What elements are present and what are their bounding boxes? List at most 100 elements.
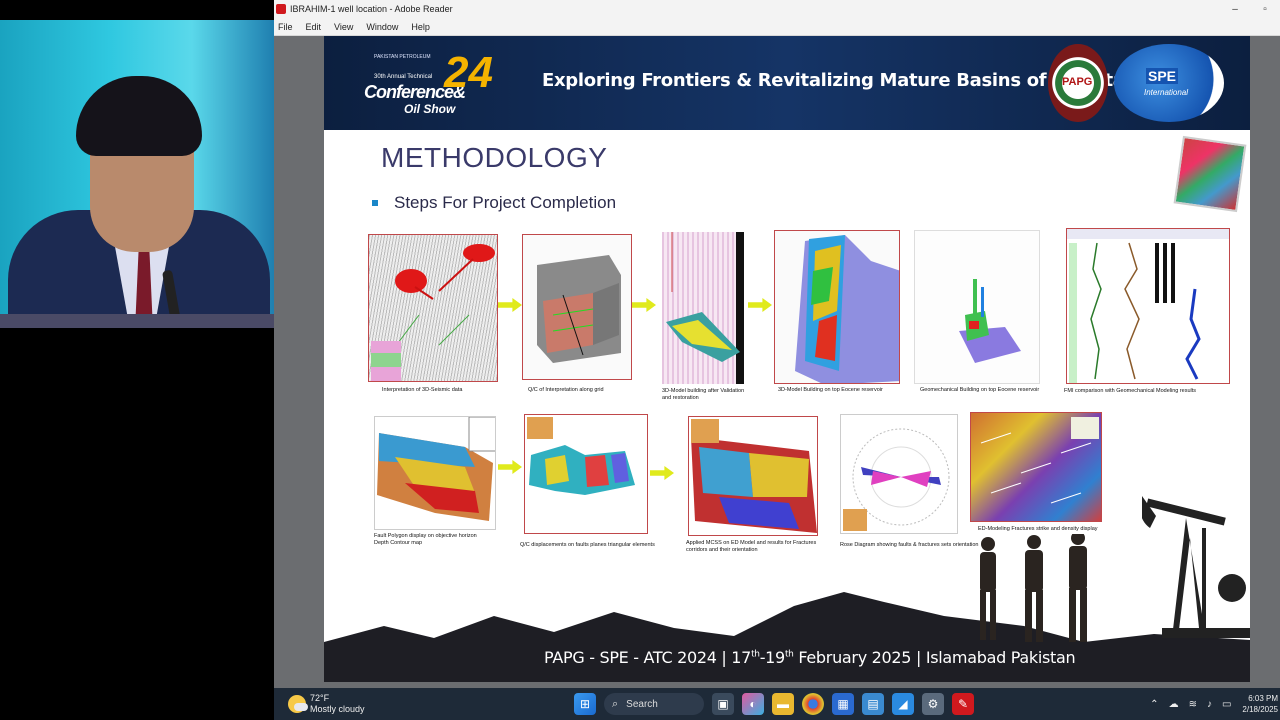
displacement-figure (527, 417, 635, 495)
conference-banner: PAKISTAN PETROLEUM 30th Annual Technical… (324, 36, 1250, 130)
weather-icon (288, 695, 308, 713)
menu-window[interactable]: Window (362, 22, 402, 32)
weather-temperature: 72°F (310, 693, 330, 703)
cloud-icon[interactable]: ☁ (1169, 699, 1179, 710)
minimize-button[interactable]: – (1220, 0, 1250, 18)
adobe-reader-window: IBRAHIM-1 well location - Adobe Reader –… (274, 0, 1280, 688)
window-title: IBRAHIM-1 well location - Adobe Reader (290, 4, 453, 14)
top-black-strip (0, 0, 274, 20)
title-bar: IBRAHIM-1 well location - Adobe Reader –… (274, 0, 1280, 18)
caption-row2-1b: Depth Contour map (374, 540, 422, 546)
weather-condition: Mostly cloudy (310, 704, 365, 714)
panel-rose-diagram (840, 414, 958, 534)
fmi-log-figure (1067, 229, 1229, 383)
flow-arrow-icon (650, 466, 674, 480)
menu-edit[interactable]: Edit (302, 22, 326, 32)
file-explorer-icon[interactable]: ▬ (772, 693, 794, 715)
conference-year-number: 24 (444, 48, 493, 97)
panel-fmi-comparison (1066, 228, 1230, 384)
task-view-icon[interactable]: ▣ (712, 693, 734, 715)
caption-row2-4: Rose Diagram showing faults & fractures … (840, 542, 979, 548)
spe-international-text: International (1144, 88, 1189, 97)
caption-row1-4: 3D-Model Building on top Eocene reservoi… (778, 387, 883, 393)
pumpjack-icon (1142, 496, 1250, 638)
footer-mid: -19 (759, 648, 786, 667)
caption-row2-5: ED-Modeling Fractures strike and density… (978, 526, 1098, 532)
caption-row1-3b: and restoration (662, 395, 699, 401)
panel-ed-modeling (970, 412, 1102, 522)
mcss-figure (691, 419, 817, 533)
battery-icon[interactable]: ▭ (1222, 699, 1231, 710)
conference-oil-show: Oil Show (404, 102, 456, 116)
caption-row2-3b: corridors and their orientation (686, 547, 758, 553)
corner-model-thumbnail (1173, 135, 1247, 213)
stage-bar (0, 314, 274, 328)
conference-org-text: PAKISTAN PETROLEUM (374, 54, 431, 60)
start-button-icon[interactable]: ⊞ (574, 693, 596, 715)
search-label: Search (626, 698, 658, 710)
caption-row1-3: 3D-Model building after Validation (662, 388, 745, 394)
chevron-up-icon[interactable]: ⌃ (1150, 699, 1158, 710)
weather-widget[interactable]: 72°F Mostly cloudy (288, 690, 365, 718)
slide-footer: PAPG - SPE - ATC 2024 | 17th-19th Februa… (544, 648, 1076, 667)
wifi-icon[interactable]: ≋ (1189, 699, 1197, 710)
footer-sup2: th (784, 649, 794, 660)
panel-3d-model-eocene (774, 230, 900, 384)
conference-annual-text: 30th Annual Technical (374, 74, 433, 80)
search-icon: ⌕ (612, 697, 619, 710)
adobe-reader-taskbar-icon[interactable]: ✎ (952, 693, 974, 715)
taskbar-search[interactable]: ⌕ Search (604, 693, 704, 715)
menu-file[interactable]: File (274, 22, 297, 32)
flow-arrow-icon (498, 460, 522, 474)
store-icon[interactable]: ▦ (832, 693, 854, 715)
adobe-reader-icon (276, 4, 286, 14)
caption-row1-1: Interpretation of 3D-Seismic data (382, 387, 463, 393)
ed-modeling-figure (980, 417, 1099, 504)
chrome-icon[interactable] (802, 693, 824, 715)
qc-cube-figure (537, 255, 621, 363)
papg-logo-text: PAPG (1062, 76, 1093, 88)
taskbar: 72°F Mostly cloudy ⊞ ⌕ Search ▣ ◐ ▬ ▦ ▤ … (274, 688, 1280, 720)
flow-arrow-icon (498, 298, 522, 312)
seismic-figure (371, 244, 495, 381)
menu-help[interactable]: Help (407, 22, 434, 32)
caption-row1-5: Geomechanical Building on top Eocene res… (920, 387, 1040, 393)
speaker-video (0, 20, 274, 328)
caption-row1-6: FMI comparison with Geomechanical Modeli… (1064, 388, 1197, 394)
bullet-marker (372, 200, 378, 206)
grid-app-icon[interactable]: ▤ (862, 693, 884, 715)
caption-row2-2: Q/C displacements on faults planes trian… (520, 542, 655, 548)
slide-page: PAKISTAN PETROLEUM 30th Annual Technical… (324, 36, 1250, 682)
model-validation-figure (666, 232, 744, 384)
copilot-icon[interactable]: ◐ (742, 693, 764, 715)
bullet-text: Steps For Project Completion (394, 193, 617, 212)
volume-icon[interactable]: ♪ (1207, 699, 1212, 710)
settings-gear-icon[interactable]: ⚙ (922, 693, 944, 715)
clock-date: 2/18/2025 (1242, 705, 1278, 714)
maximize-button[interactable]: ▫ (1250, 0, 1280, 18)
menu-view[interactable]: View (330, 22, 357, 32)
panel-qc-interpretation (522, 234, 632, 380)
panel-mcss-model (688, 416, 818, 536)
geomechanical-figure (959, 279, 1021, 363)
taskbar-apps: ⊞ ⌕ Search ▣ ◐ ▬ ▦ ▤ ◢ ⚙ ✎ (570, 692, 978, 716)
panel-seismic-interpretation (368, 234, 498, 382)
fault-polygon-figure (377, 417, 495, 521)
menu-bar: File Edit View Window Help (274, 18, 1280, 36)
rose-diagram-figure (843, 428, 950, 531)
panel-geomechanical-model (914, 230, 1040, 384)
speaker-hair (76, 76, 202, 156)
footer-suffix: February 2025 | Islamabad Pakistan (793, 648, 1076, 667)
caption-row1-2: Q/C of Interpretation along grid (528, 387, 604, 393)
photos-icon[interactable]: ◢ (892, 693, 914, 715)
left-black-area (0, 328, 274, 720)
taskbar-clock[interactable]: 6:03 PM 2/18/2025 (1242, 693, 1278, 715)
flow-arrow-icon (632, 298, 656, 312)
caption-row2-3: Applied MCSS on ED Model and results for… (686, 540, 817, 546)
oil-workers-silhouette (980, 534, 1087, 642)
document-area[interactable]: PAKISTAN PETROLEUM 30th Annual Technical… (274, 36, 1280, 688)
panel-3d-model-validation (662, 232, 744, 384)
system-tray: ⌃ ☁ ≋ ♪ ▭ 6:03 PM 2/18/2025 (1145, 690, 1280, 718)
footer-sup1: th (751, 649, 760, 660)
eocene-model-figure (795, 235, 899, 383)
